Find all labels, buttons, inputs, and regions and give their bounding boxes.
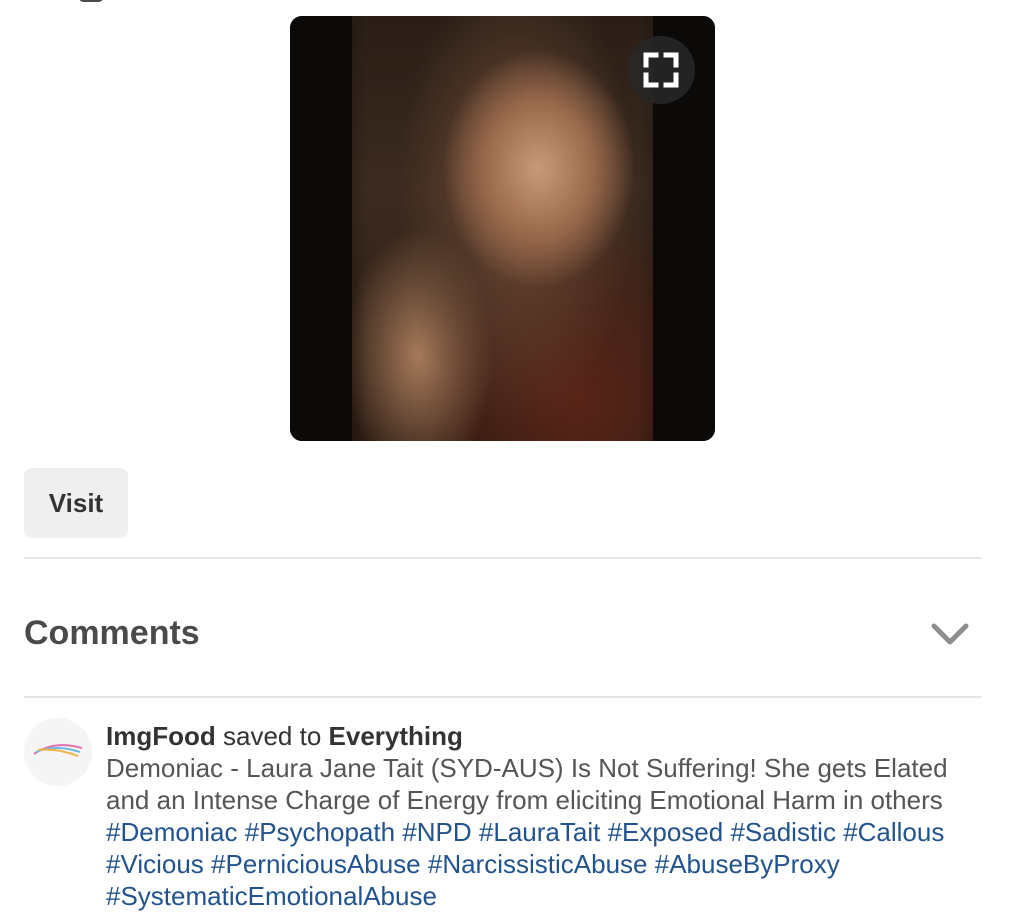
comments-heading: Comments: [24, 614, 200, 652]
visit-button[interactable]: Visit: [24, 468, 128, 538]
hashtag-link[interactable]: #Vicious: [106, 849, 204, 879]
description-line: Demoniac - Laura Jane Tait (SYD-AUS) Is …: [106, 753, 948, 783]
pin-image[interactable]: [290, 16, 715, 441]
avatar[interactable]: [24, 718, 92, 786]
hashtag-link[interactable]: #LauraTait: [479, 817, 600, 847]
imgfood-logo: [33, 744, 83, 757]
user-name-link[interactable]: ImgFood: [106, 721, 216, 751]
hashtag-link[interactable]: #Sadistic: [730, 817, 836, 847]
hashtag-link[interactable]: #Callous: [843, 817, 944, 847]
hashtag-link[interactable]: #PerniciousAbuse: [211, 849, 421, 879]
hashtag-link[interactable]: #Exposed: [608, 817, 724, 847]
activity-action: saved to: [223, 721, 322, 751]
hashtag-link[interactable]: #NarcissisticAbuse: [428, 849, 648, 879]
divider: [24, 696, 982, 698]
comment-block: ImgFood saved to Everything Demoniac - L…: [106, 720, 996, 912]
hashtag-line: #SystematicEmotionalAbuse: [106, 880, 996, 912]
hashtag-link[interactable]: #AbuseByProxy: [655, 849, 840, 879]
hashtag-link[interactable]: #SystematicEmotionalAbuse: [106, 881, 437, 911]
chevron-down-icon: [931, 623, 969, 645]
comments-toggle-button[interactable]: [928, 616, 972, 652]
hashtag-link[interactable]: #NPD: [402, 817, 471, 847]
board-name-link[interactable]: Everything: [329, 721, 463, 751]
expand-button[interactable]: [627, 36, 695, 104]
description-line: and an Intense Charge of Energy from eli…: [106, 785, 943, 815]
hashtag-link[interactable]: #Demoniac: [106, 817, 238, 847]
header-edge-fragment: [78, 0, 104, 2]
hashtag-link[interactable]: #Psychopath: [245, 817, 395, 847]
activity-header: ImgFood saved to Everything: [106, 720, 996, 752]
hashtag-line: #Demoniac #Psychopath #NPD #LauraTait #E…: [106, 816, 996, 848]
hashtag-line: #Vicious #PerniciousAbuse #NarcissisticA…: [106, 848, 996, 880]
expand-icon: [643, 52, 679, 88]
divider: [24, 557, 982, 559]
